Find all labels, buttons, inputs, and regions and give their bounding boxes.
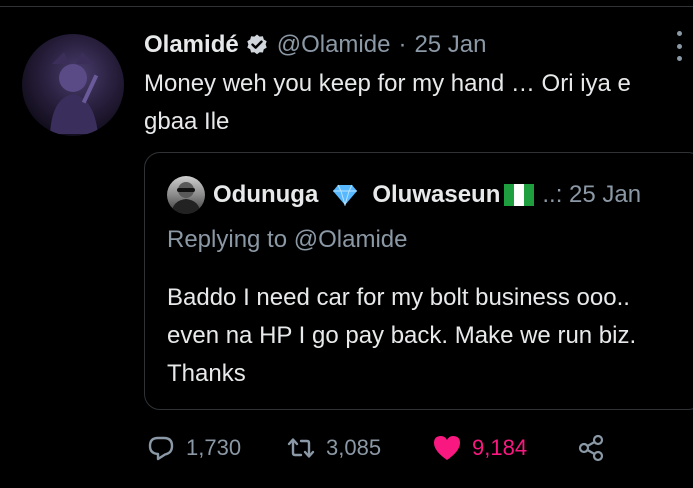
quoted-tweet-header: Odunuga Oluwaseun ..: 25 Jan: [213, 177, 641, 213]
quoted-tweet[interactable]: Odunuga Oluwaseun ..: 25 Jan Replying to…: [144, 152, 693, 410]
quoted-tweet-meta: ..: 25 Jan: [542, 181, 642, 208]
reply-button[interactable]: 1,730: [146, 430, 241, 466]
tweet-actions: 1,730 3,085 9,184: [144, 430, 684, 466]
replying-to-line: Replying to @Olamide: [167, 226, 407, 254]
reply-count: 1,730: [186, 435, 242, 460]
retweet-button[interactable]: 3,085: [286, 430, 381, 466]
gem-emoji-icon: [333, 184, 358, 206]
separator-dot: ·: [398, 31, 407, 58]
top-divider: [0, 6, 693, 7]
retweet-icon: [287, 438, 315, 458]
quoted-tweet-text: Baddo I need car for my bolt business oo…: [167, 284, 637, 387]
quoted-author-name-part1[interactable]: Odunuga: [213, 181, 318, 209]
author-avatar[interactable]: [22, 34, 124, 136]
replying-mention[interactable]: @Olamide: [294, 226, 408, 253]
tweet-text: Money weh you keep for my hand … Ori iya…: [144, 70, 631, 135]
heart-icon: [434, 436, 460, 460]
like-count: 9,184: [472, 435, 528, 460]
quoted-author-name-part2[interactable]: Oluwaseun: [372, 181, 500, 209]
tweet-date[interactable]: 25 Jan: [414, 31, 486, 59]
tweet-header: Olamidé @Olamide · 25 Jan: [144, 29, 487, 61]
verified-badge-icon: [247, 34, 267, 55]
reply-icon: [148, 436, 174, 461]
quoted-author-avatar[interactable]: [167, 176, 205, 214]
more-icon[interactable]: [672, 31, 686, 61]
author-handle[interactable]: @Olamide: [277, 31, 391, 59]
retweet-count: 3,085: [326, 435, 382, 460]
author-name[interactable]: Olamidé: [144, 31, 239, 59]
share-button[interactable]: [576, 430, 606, 466]
nigeria-flag-icon: [504, 184, 535, 206]
replying-prefix: Replying to: [167, 226, 288, 253]
like-button[interactable]: 9,184: [432, 430, 527, 466]
share-icon: [578, 434, 604, 462]
